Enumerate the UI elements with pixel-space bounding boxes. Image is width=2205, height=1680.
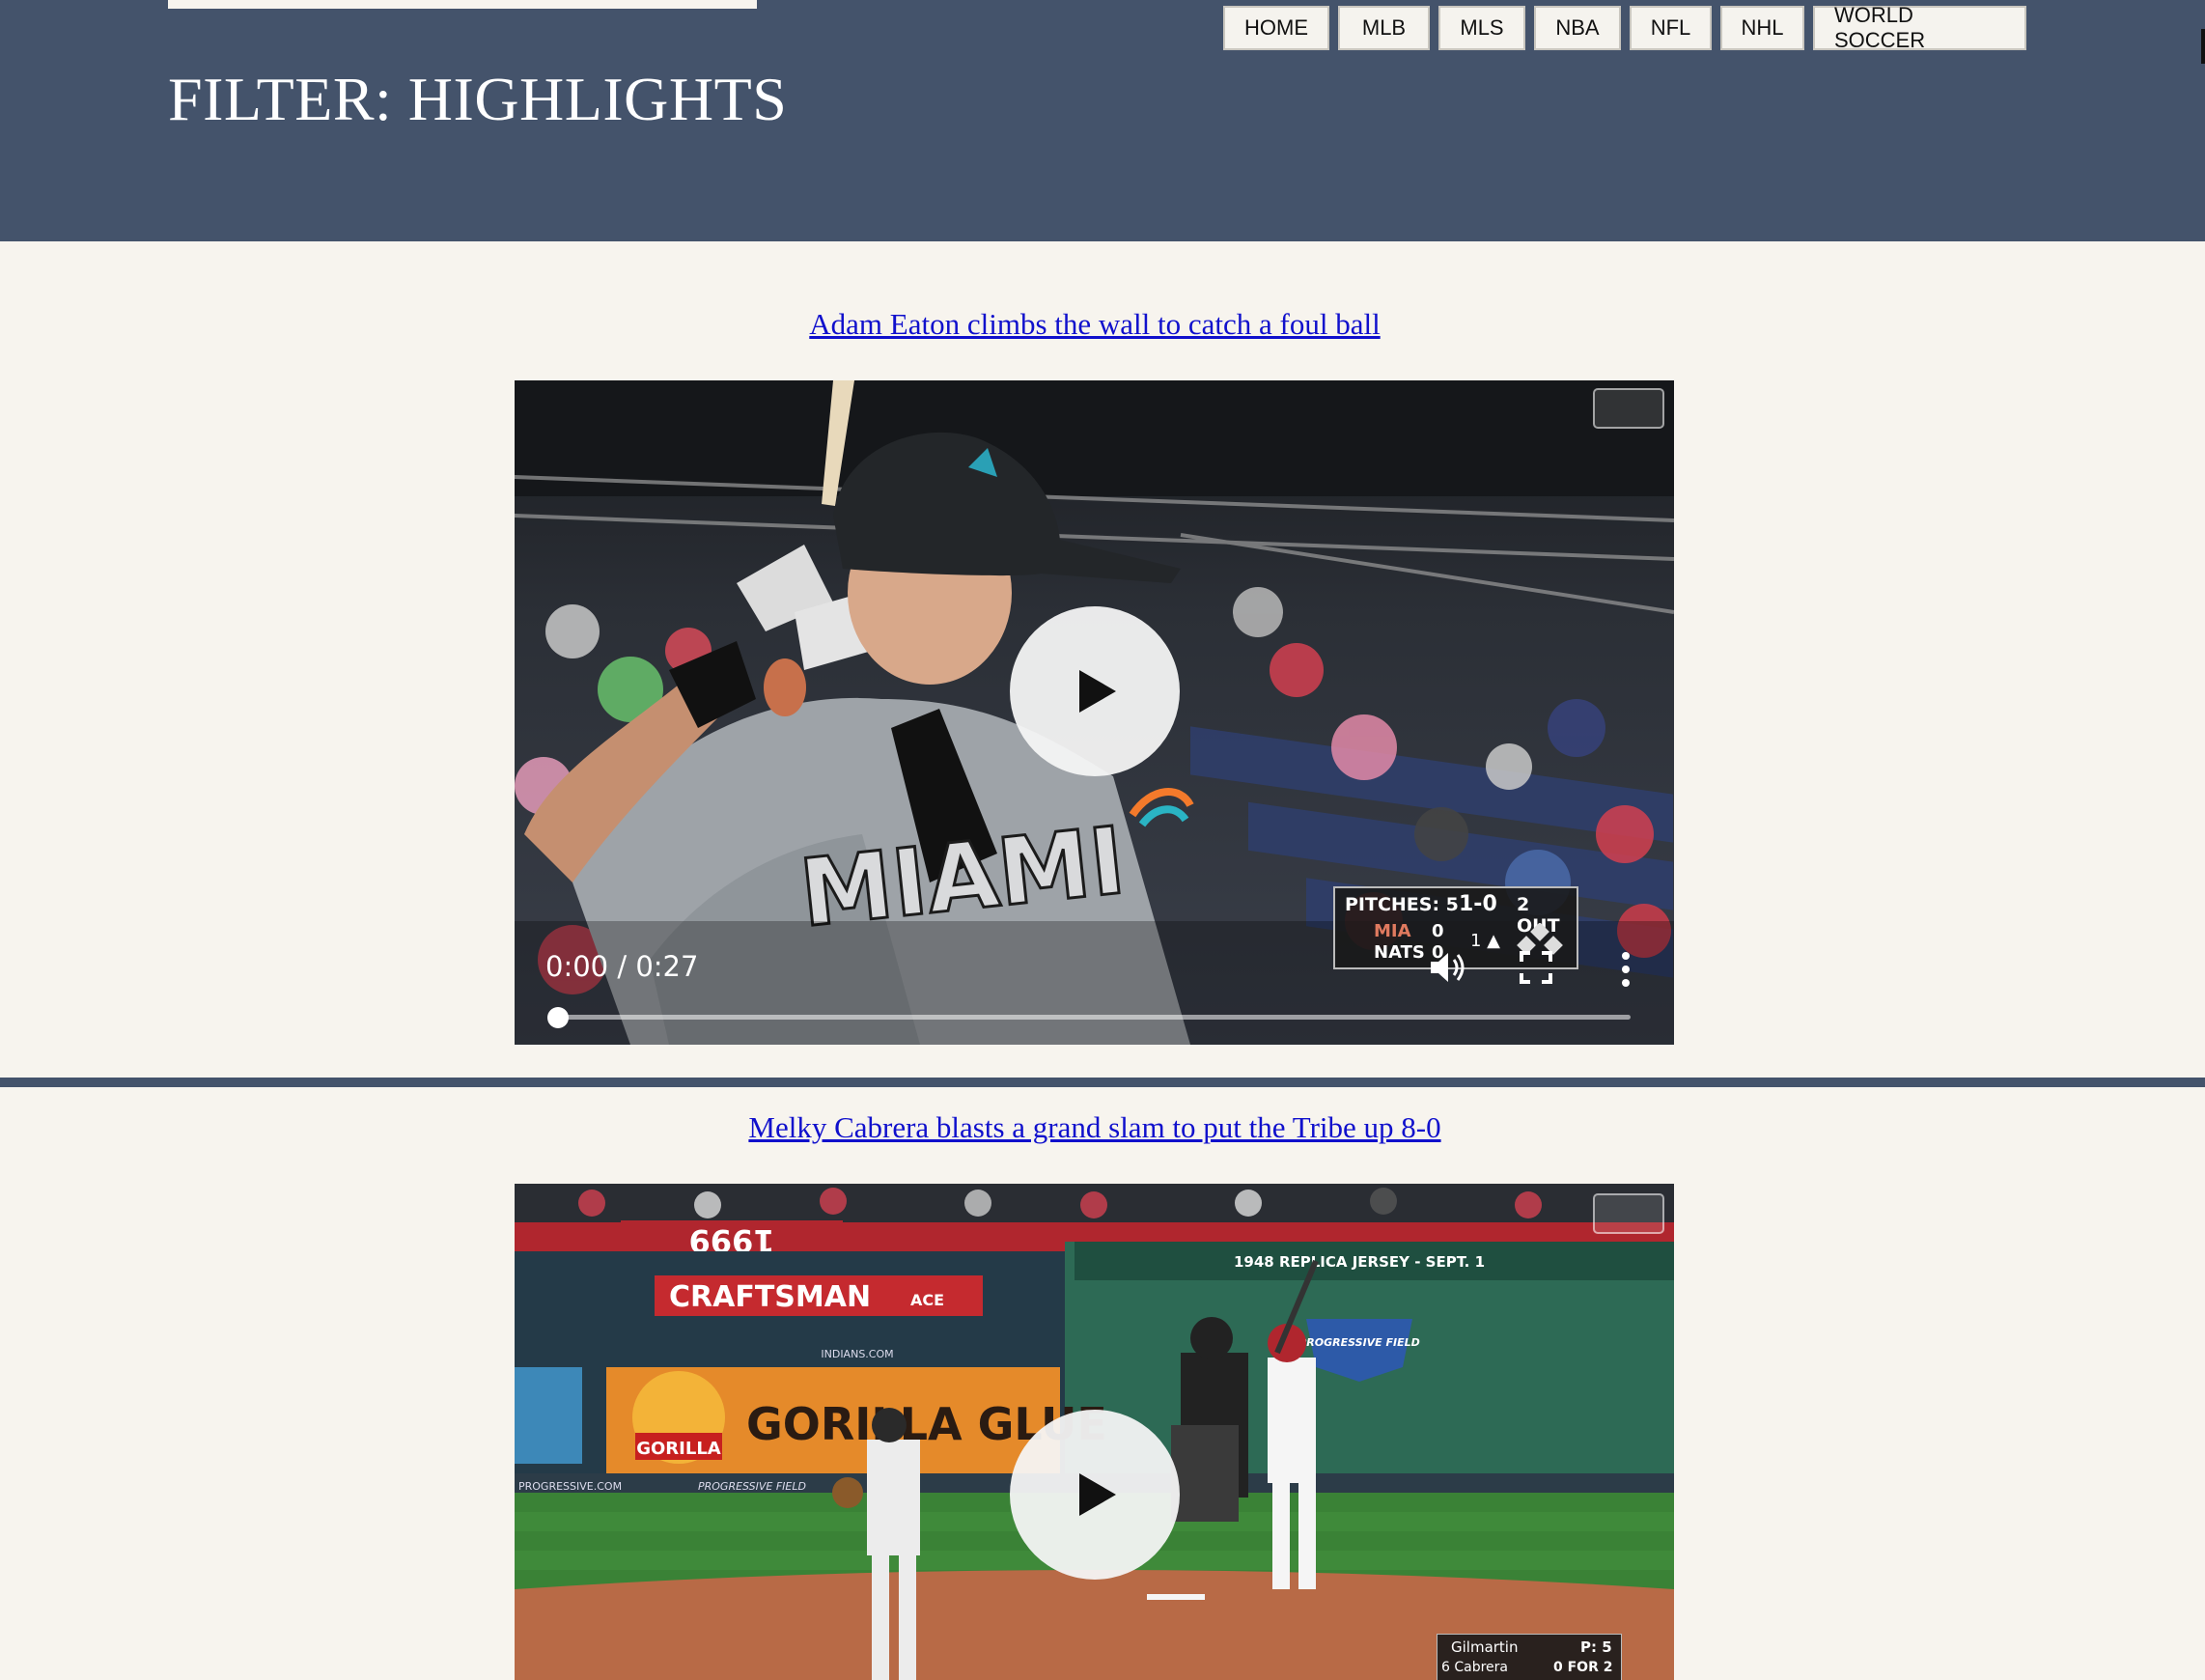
nav-mlb-button[interactable]: MLB <box>1338 6 1430 50</box>
nav-nba-button[interactable]: NBA <box>1534 6 1621 50</box>
batter-name: 6 Cabrera <box>1441 1660 1508 1675</box>
nav-mls-button[interactable]: MLS <box>1438 6 1525 50</box>
scorebug-home-team: NATS <box>1374 942 1425 963</box>
video-player-2[interactable]: 1999 1948 REPLICA JERSEY - SEPT. 1 CRAFT… <box>515 1184 1674 1680</box>
post-title-2: Melky Cabrera blasts a grand slam to put… <box>0 1110 2190 1145</box>
scorebug-away-team: MIA <box>1374 921 1411 941</box>
more-options-icon[interactable] <box>1618 950 1633 989</box>
volume-icon[interactable] <box>1427 948 1469 987</box>
replica-banner: 1948 REPLICA JERSEY - SEPT. 1 <box>1234 1253 1485 1271</box>
progress-knob[interactable] <box>547 1007 569 1028</box>
play-icon <box>1079 1473 1116 1516</box>
indians-url: INDIANS.COM <box>821 1348 893 1360</box>
progressive-url: PROGRESSIVE.COM <box>518 1480 622 1493</box>
post-divider <box>0 1078 2205 1087</box>
play-button-2[interactable] <box>1010 1410 1180 1580</box>
page-title: FILTER: HIGHLIGHTS <box>168 65 788 133</box>
nav-nhl-button[interactable]: NHL <box>1720 6 1804 50</box>
progressive-field-wall: PROGRESSIVE FIELD <box>698 1480 806 1493</box>
video-player-1[interactable]: MIAMI PITCHES: 5 1-0 2 OUT MIA 0 NATS 0 … <box>515 380 1674 1045</box>
post-link-1[interactable]: Adam Eaton climbs the wall to catch a fo… <box>809 307 1380 341</box>
mlb-logo-icon <box>1593 1193 1664 1234</box>
nav-home-button[interactable]: HOME <box>1223 6 1329 50</box>
video-time-1: 0:00 / 0:27 <box>545 950 699 983</box>
scorebug-count: 1-0 <box>1459 892 1497 916</box>
scorebug-inning: 1 ▲ <box>1470 931 1501 951</box>
batter-stat: 0 FOR 2 <box>1553 1660 1613 1675</box>
gorilla-logo-text: GORILLA <box>636 1439 721 1459</box>
scorebug-pitches: PITCHES: 5 <box>1345 894 1459 915</box>
window-edge-marker <box>2201 29 2205 64</box>
scorebug-away-score: 0 <box>1432 921 1444 941</box>
play-button-1[interactable] <box>1010 606 1180 776</box>
fullscreen-icon[interactable] <box>1519 950 1553 985</box>
nav-bar: HOME MLB MLS NBA NFL NHL WORLD SOCCER <box>1223 3 2026 52</box>
progress-bar[interactable] <box>557 1015 1631 1020</box>
site-header: FILTER: HIGHLIGHTS HOME MLB MLS NBA NFL … <box>0 0 2205 241</box>
header-accent-bar <box>168 0 757 9</box>
post-link-2[interactable]: Melky Cabrera blasts a grand slam to put… <box>748 1110 1440 1144</box>
post-title-1: Adam Eaton climbs the wall to catch a fo… <box>0 307 2190 342</box>
mlb-logo-icon <box>1593 388 1664 429</box>
nav-world-soccer-button[interactable]: WORLD SOCCER <box>1813 3 2026 52</box>
progressive-badge: PROGRESSIVE FIELD <box>1298 1336 1420 1349</box>
pitcher-name: Gilmartin <box>1451 1638 1519 1656</box>
ace-ad: ACE <box>910 1291 944 1309</box>
craftsman-ad: CRAFTSMAN <box>669 1280 871 1314</box>
nav-nfl-button[interactable]: NFL <box>1630 6 1712 50</box>
pitch-count: P: 5 <box>1580 1638 1612 1656</box>
play-icon <box>1079 670 1116 713</box>
scorebug-2: Gilmartin P: 5 6 Cabrera 0 FOR 2 <box>1437 1634 1622 1680</box>
